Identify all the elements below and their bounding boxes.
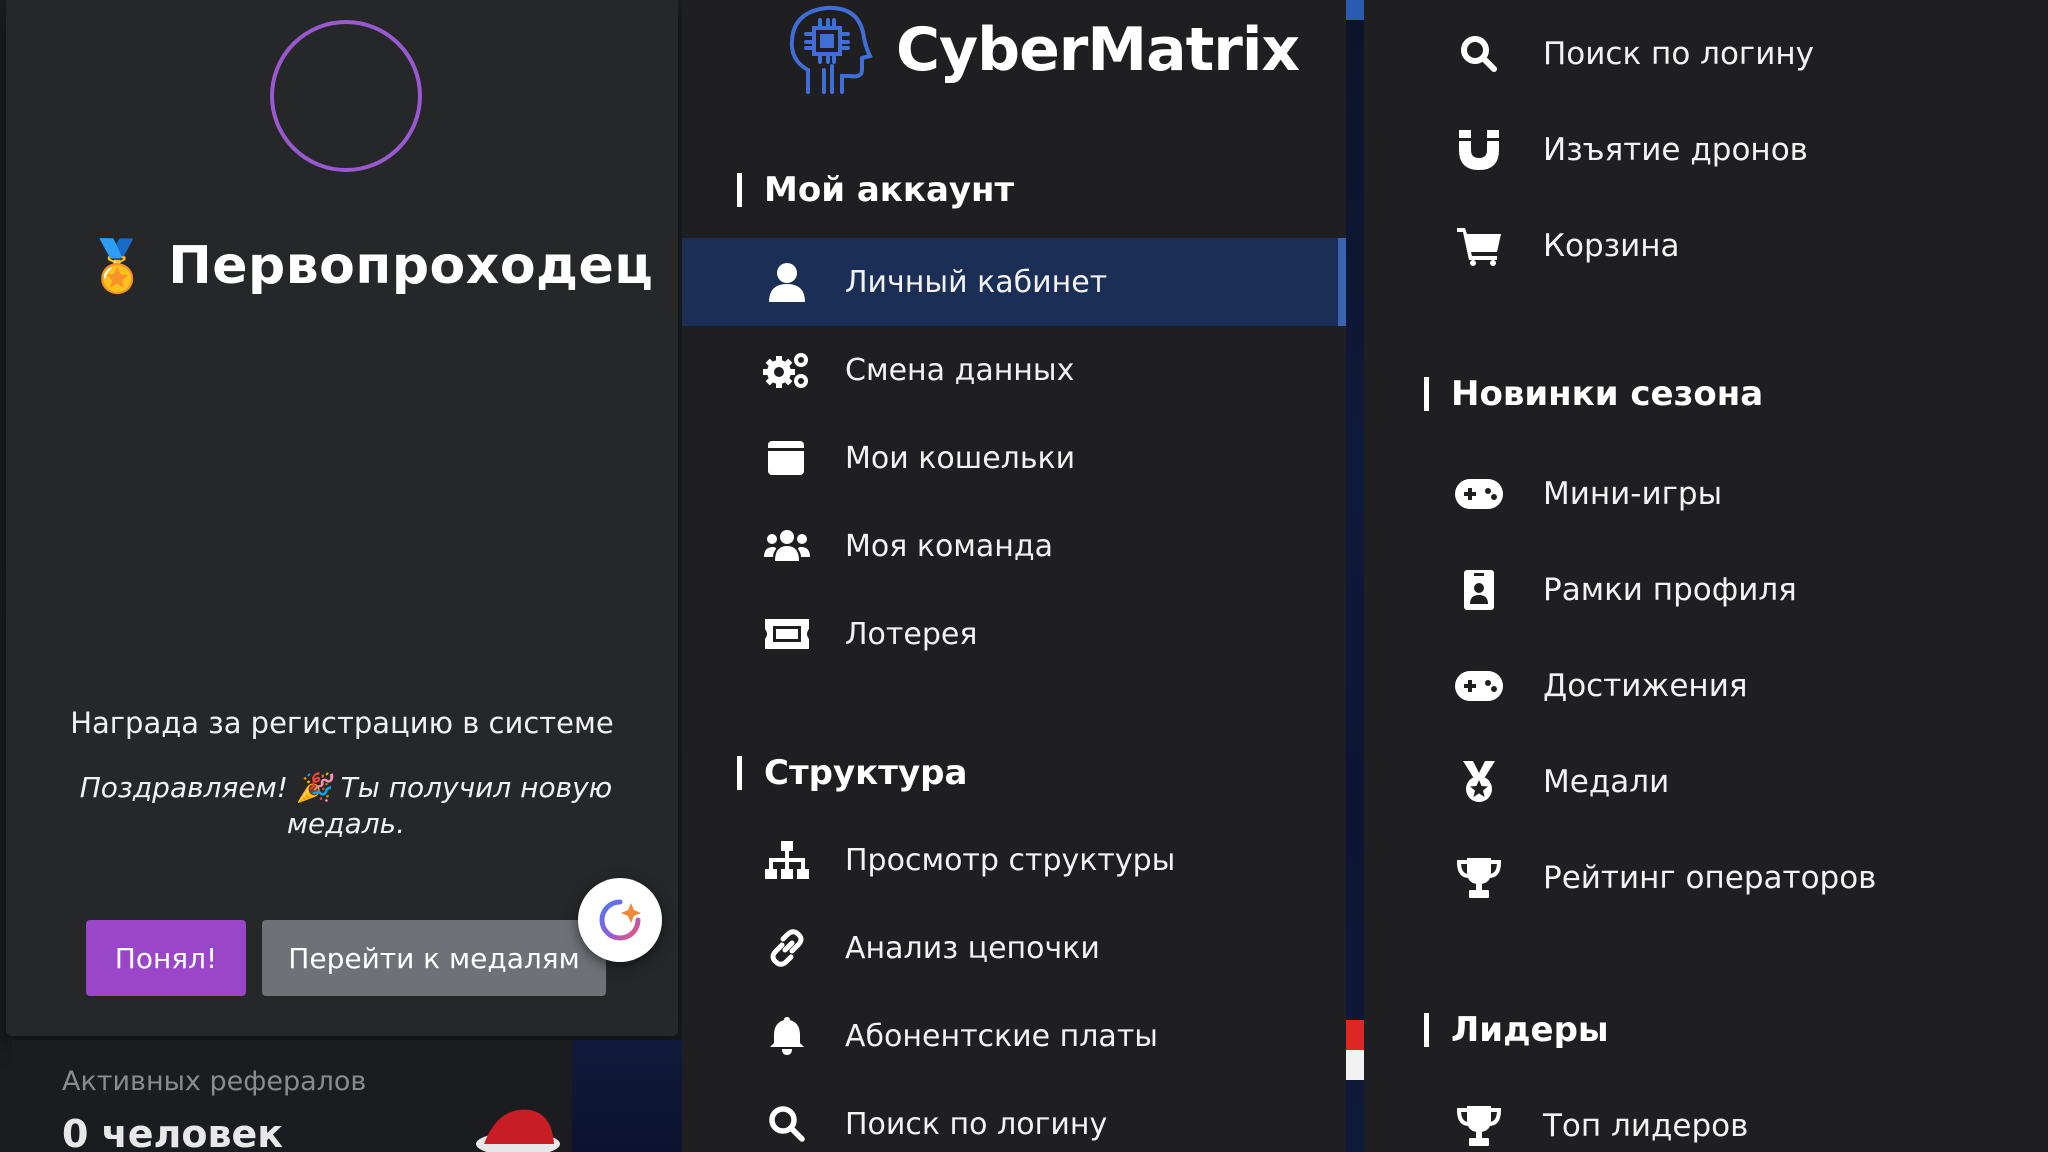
nav-item-search-by-login[interactable]: Поиск по логину [1364, 14, 2048, 94]
nav-item-my-wallets[interactable]: Мои кошельки [682, 414, 1346, 502]
modal-title: Первопроходец [168, 236, 654, 296]
strip-accent [1346, 1050, 1364, 1080]
nav-item-operators-rating[interactable]: Рейтинг операторов [1364, 838, 2048, 918]
section-title: Лидеры [1451, 1010, 1609, 1050]
section-title: Мой аккаунт [764, 170, 1015, 210]
section-header-leaders: Лидеры [1424, 1010, 1609, 1050]
nav-item-label: Мои кошельки [845, 440, 1076, 476]
search-icon [762, 1099, 812, 1149]
gamepad-icon [1454, 469, 1504, 519]
strip-accent [1346, 0, 1364, 20]
nav-item-change-data[interactable]: Смена данных [682, 326, 1346, 414]
nav-item-label: Достижения [1543, 668, 1748, 704]
gamepad-icon [1454, 661, 1504, 711]
referrals-label: Активных рефералов [62, 1066, 367, 1097]
section-header-my-account: Мой аккаунт [737, 170, 1014, 210]
nav-item-achievements[interactable]: Достижения [1364, 646, 2048, 726]
trophy-icon [1454, 853, 1504, 903]
nav-item-label: Моя команда [845, 528, 1054, 564]
section-title: Новинки сезона [1451, 374, 1764, 414]
nav-item-profile-frames[interactable]: Рамки профиля [1364, 550, 2048, 630]
nav-item-label: Поиск по логину [1543, 36, 1814, 72]
assistant-button[interactable] [578, 878, 662, 962]
nav-item-search-by-login[interactable]: Поиск по логину [682, 1080, 1346, 1152]
section-bar [1424, 1013, 1429, 1047]
nav-item-mini-games[interactable]: Мини-игры [1364, 454, 2048, 534]
section-bar [1424, 377, 1429, 411]
cart-icon [1454, 221, 1504, 271]
assistant-spark-icon [599, 899, 641, 941]
nav-item-label: Мини-игры [1543, 476, 1723, 512]
section-header-structure: Структура [737, 753, 967, 793]
users-icon [762, 521, 812, 571]
logo-text: CyberMatrix [896, 15, 1300, 85]
search-icon [1454, 29, 1504, 79]
ticket-icon [762, 609, 812, 659]
sitemap-icon [762, 835, 812, 885]
section-bar [737, 756, 742, 790]
section-header-season-new: Новинки сезона [1424, 374, 1763, 414]
wallet-icon [762, 433, 812, 483]
nav-item-label: Медали [1543, 764, 1670, 800]
nav-item-label: Личный кабинет [845, 264, 1108, 300]
medal-image-ring [270, 20, 422, 172]
nav-item-label: Лотерея [845, 616, 978, 652]
section-bar [737, 173, 742, 207]
nav-item-cart[interactable]: Корзина [1364, 206, 2048, 286]
nav-item-chain-analysis[interactable]: Анализ цепочки [682, 904, 1346, 992]
santa-hat-icon [476, 1109, 560, 1152]
modal-title-row: 🏅 Первопроходец [86, 228, 653, 304]
nav-item-drone-removal[interactable]: Изъятие дронов [1364, 110, 2048, 190]
nav-item-medals[interactable]: Медали [1364, 742, 2048, 822]
gears-icon [762, 345, 812, 395]
id-badge-icon [1454, 565, 1504, 615]
nav-item-view-structure[interactable]: Просмотр структуры [682, 816, 1346, 904]
nav-item-label: Поиск по логину [845, 1106, 1108, 1142]
background-strip [572, 1040, 682, 1152]
ok-button[interactable]: Понял! [86, 920, 246, 996]
nav-item-top-leaders[interactable]: Топ лидеров [1364, 1086, 2048, 1152]
modal-message: Поздравляем! 🎉 Ты получил новую медаль. [79, 771, 613, 840]
navigation-menu-continued: Поиск по логину Изъятие дронов Корзина Н… [1364, 0, 2048, 1152]
magnet-icon [1454, 125, 1504, 175]
nav-item-label: Корзина [1543, 228, 1680, 264]
robot-chip-head-icon [789, 5, 873, 94]
link-icon [762, 923, 812, 973]
nav-item-personal-account[interactable]: Личный кабинет [682, 238, 1346, 326]
nav-item-label: Изъятие дронов [1543, 132, 1808, 168]
referrals-value: 0 человек [62, 1112, 284, 1152]
bell-icon [762, 1011, 812, 1061]
nav-item-label: Рамки профиля [1543, 572, 1797, 608]
background-strip [1346, 0, 1364, 1152]
section-title: Структура [764, 753, 968, 793]
nav-item-label: Смена данных [845, 352, 1075, 388]
navigation-menu: CyberMatrix Мой аккаунт Личный кабинет С… [682, 0, 1346, 1152]
nav-item-lottery[interactable]: Лотерея [682, 590, 1346, 678]
nav-item-label: Топ лидеров [1543, 1108, 1749, 1144]
strip-accent [1346, 1020, 1364, 1050]
modal-subtitle: Награда за регистрацию в системе [70, 706, 614, 740]
active-referrals-card: Активных рефералов 0 человек [12, 1040, 572, 1152]
medal-icon [1454, 757, 1504, 807]
nav-item-subscription-fees[interactable]: Абонентские платы [682, 992, 1346, 1080]
trophy-icon [1454, 1101, 1504, 1151]
medal-award-modal: 🏅 Первопроходец Награда за регистрацию в… [6, 0, 678, 1036]
user-icon [762, 257, 812, 307]
nav-item-label: Просмотр структуры [845, 842, 1176, 878]
nav-item-my-team[interactable]: Моя команда [682, 502, 1346, 590]
nav-item-label: Рейтинг операторов [1543, 860, 1877, 896]
nav-item-label: Абонентские платы [845, 1018, 1158, 1054]
logo[interactable]: CyberMatrix [778, 0, 1300, 100]
go-to-medals-button[interactable]: Перейти к медалям [262, 920, 606, 996]
nav-item-label: Анализ цепочки [845, 930, 1100, 966]
medal-icon: 🏅 [86, 236, 149, 295]
